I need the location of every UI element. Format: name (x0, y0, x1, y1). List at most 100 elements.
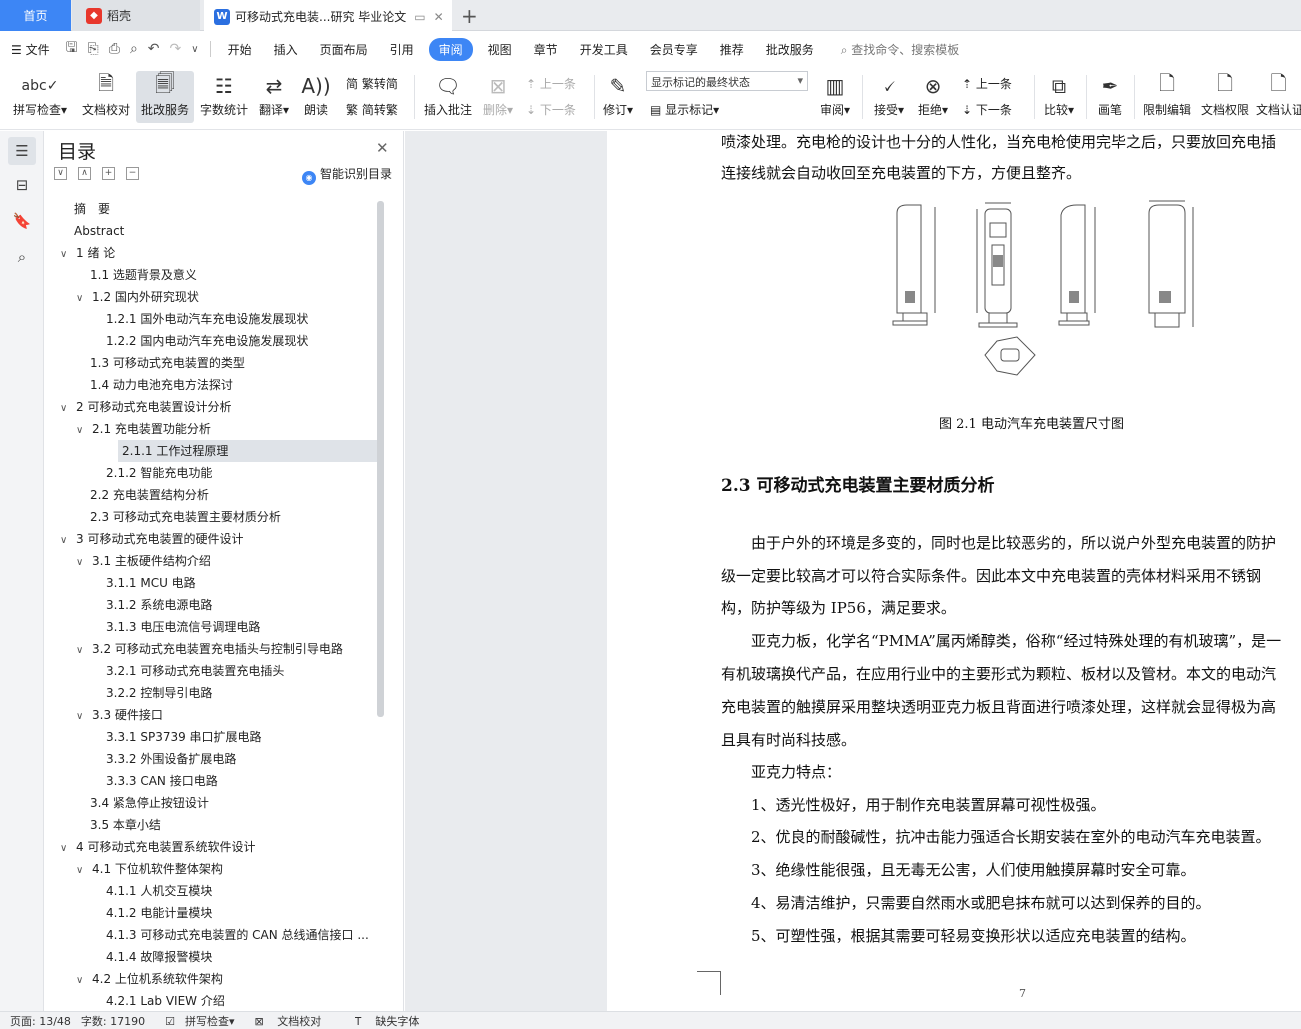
export-icon[interactable]: ⎘ (83, 41, 104, 57)
review-pane-button[interactable]: ▥ 审阅▾ (816, 71, 854, 123)
toc-item[interactable]: 3.3.2 外围设备扩展电路 (106, 748, 236, 770)
smart-toc-button[interactable]: ◉ 智能识别目录 (302, 165, 392, 185)
new-tab-button[interactable]: + (461, 4, 478, 28)
toc-item[interactable]: 摘 要 (74, 198, 110, 220)
menu-developer[interactable]: 开发工具 (569, 41, 639, 58)
menu-correction[interactable]: 批改服务 (755, 41, 825, 58)
markup-state-select[interactable]: 显示标记的最终状态 (646, 71, 808, 91)
insert-comment-button[interactable]: 🗨 插入批注 (422, 71, 474, 123)
toc-item[interactable]: 3.1.2 系统电源电路 (106, 594, 212, 616)
save-icon[interactable]: 🖫 (61, 37, 83, 61)
add-heading-icon[interactable]: + (102, 167, 115, 180)
toc-item[interactable]: 3.1.1 MCU 电路 (106, 572, 196, 594)
find-icon[interactable]: ⌕ (8, 243, 36, 271)
accept-button[interactable]: 🗸 接受▾ (870, 71, 908, 123)
toc-item[interactable]: ∨ 3.2 可移动式充电装置充电插头与控制引导电路 (76, 638, 343, 660)
word-count-indicator[interactable]: 字数: 17190 (81, 1013, 145, 1029)
menu-review[interactable]: 审阅 (428, 37, 473, 61)
toc-item[interactable]: 3.2.1 可移动式充电装置充电插头 (106, 660, 284, 682)
menu-start[interactable]: 开始 (217, 41, 263, 58)
tab-daoke[interactable]: ◆ 稻壳 (72, 0, 200, 31)
toc-item[interactable]: ∨ 3.3 硬件接口 (76, 704, 163, 726)
chapter-nav-icon[interactable]: ⊟ (8, 171, 36, 199)
doc-certify-button[interactable]: 🗋 文档认证 (1256, 71, 1301, 123)
expand-chevron-icon[interactable]: ∨ (60, 398, 72, 420)
toc-item[interactable]: 1.1 选题背景及意义 (90, 264, 197, 286)
toc-item[interactable]: Abstract (74, 220, 124, 242)
menu-layout[interactable]: 页面布局 (309, 41, 379, 58)
spell-check-button[interactable]: abc✓ 拼写检查▾ (8, 71, 72, 123)
expand-chevron-icon[interactable]: ∨ (60, 838, 72, 860)
print-icon[interactable]: ⎙ (104, 41, 125, 57)
toc-item[interactable]: 4.1.1 人机交互模块 (106, 880, 212, 902)
toc-item[interactable]: 2.1.1 工作过程原理 (118, 440, 378, 462)
toc-item[interactable]: ∨ 1.2 国内外研究现状 (76, 286, 199, 308)
menu-chapter[interactable]: 章节 (523, 41, 569, 58)
toc-item[interactable]: 4.1.4 故障报警模块 (106, 946, 212, 968)
tab-close-icon[interactable]: ✕ (434, 10, 444, 24)
prev-comment-button[interactable]: ⇡ 上一条 (526, 75, 576, 92)
undo-icon[interactable]: ↶ (143, 41, 165, 57)
prev-change-button[interactable]: ⇡ 上一条 (962, 75, 1012, 92)
show-markup-button[interactable]: ▤ 显示标记▾ (650, 101, 719, 118)
to-simplified-button[interactable]: 简 繁转简 (346, 75, 398, 92)
read-aloud-button[interactable]: A)) 朗读 (298, 71, 334, 123)
toc-item[interactable]: 3.1.3 电压电流信号调理电路 (106, 616, 260, 638)
toc-item[interactable]: ∨ 4 可移动式充电装置系统软件设计 (60, 836, 255, 858)
next-change-button[interactable]: ⇣ 下一条 (962, 101, 1012, 118)
toc-item[interactable]: 4.2.1 Lab VIEW 介绍 (106, 990, 225, 1012)
toc-item[interactable]: 3.4 紧急停止按钮设计 (90, 792, 209, 814)
reject-button[interactable]: ⊗ 拒绝▾ (914, 71, 952, 123)
missing-font-status[interactable]: Ꭲ 缺失字体 (345, 1013, 419, 1029)
page-indicator[interactable]: 页面: 13/48 (10, 1013, 71, 1029)
toc-item[interactable]: 3.5 本章小结 (90, 814, 161, 836)
toc-item[interactable]: 1.2.1 国外电动汽车充电设施发展现状 (106, 308, 308, 330)
close-icon[interactable]: ✕ (376, 139, 389, 157)
toc-item[interactable]: ∨ 3 可移动式充电装置的硬件设计 (60, 528, 243, 550)
expand-chevron-icon[interactable]: ∨ (76, 420, 88, 442)
toc-item[interactable]: ∨ 2 可移动式充电装置设计分析 (60, 396, 231, 418)
proof-status[interactable]: ⊠ 文档校对 (245, 1013, 322, 1029)
toc-item[interactable]: 2.2 充电装置结构分析 (90, 484, 209, 506)
expand-chevron-icon[interactable]: ∨ (76, 552, 88, 574)
toc-item[interactable]: 3.2.2 控制导引电路 (106, 682, 212, 704)
menu-recommend[interactable]: 推荐 (709, 41, 755, 58)
toc-item[interactable]: 2.3 可移动式充电装置主要材质分析 (90, 506, 281, 528)
expand-chevron-icon[interactable]: ∨ (76, 640, 88, 662)
delete-comment-button[interactable]: ⊠ 删除▾ (480, 71, 516, 123)
expand-chevron-icon[interactable]: ∨ (60, 530, 72, 552)
document-page[interactable]: 喷漆处理。充电枪的设计也十分的人性化，当充电枪使用完毕之后，只要放回充电插 连接… (607, 131, 1301, 1011)
track-changes-button[interactable]: ✎ 修订▾ (600, 71, 636, 123)
toc-item[interactable]: ∨ 4.2 上位机系统软件架构 (76, 968, 223, 990)
toc-item[interactable]: ∨ 3.1 主板硬件结构介绍 (76, 550, 211, 572)
toc-item[interactable]: ∨ 4.1 下位机软件整体架构 (76, 858, 223, 880)
expand-chevron-icon[interactable]: ∨ (60, 244, 72, 266)
correction-service-button[interactable]: 🗐 批改服务 (136, 71, 194, 123)
menu-view[interactable]: 视图 (477, 41, 523, 58)
toc-item[interactable]: ∨ 2.1 充电装置功能分析 (76, 418, 211, 440)
command-search[interactable]: ⌕ 查找命令、搜索模板 (841, 41, 960, 58)
compare-button[interactable]: ⧉ 比较▾ (1040, 71, 1078, 123)
toc-item[interactable]: 3.3.3 CAN 接口电路 (106, 770, 218, 792)
expand-chevron-icon[interactable]: ∨ (76, 706, 88, 728)
menu-reference[interactable]: 引用 (379, 41, 425, 58)
toc-item[interactable]: 4.1.2 电能计量模块 (106, 902, 212, 924)
next-comment-button[interactable]: ⇣ 下一条 (526, 101, 576, 118)
toc-panel-icon[interactable]: ☰ (8, 137, 36, 165)
menu-member[interactable]: 会员专享 (639, 41, 709, 58)
preview-icon[interactable]: ⌕ (125, 41, 143, 57)
redo-icon[interactable]: ↷ (165, 41, 187, 57)
bookmark-icon[interactable]: 🔖 (8, 207, 36, 235)
doc-proof-button[interactable]: 🗎 文档校对 (78, 71, 134, 123)
collapse-all-icon[interactable]: ∨ (54, 167, 67, 180)
pen-button[interactable]: ✒ 画笔 (1092, 71, 1128, 123)
doc-permission-button[interactable]: 🗋 文档权限 (1198, 71, 1252, 123)
toc-item[interactable]: 4.1.3 可移动式充电装置的 CAN 总线通信接口 ... (106, 924, 369, 946)
toc-item[interactable]: 3.3.1 SP3739 串口扩展电路 (106, 726, 262, 748)
more-chevron-icon[interactable]: ∨ (186, 44, 203, 55)
tab-home[interactable]: 首页 (0, 0, 71, 31)
expand-chevron-icon[interactable]: ∨ (76, 860, 88, 882)
restrict-edit-button[interactable]: 🗋 限制编辑 (1140, 71, 1194, 123)
expand-up-icon[interactable]: ∧ (78, 167, 91, 180)
to-traditional-button[interactable]: 繁 简转繁 (346, 101, 398, 118)
